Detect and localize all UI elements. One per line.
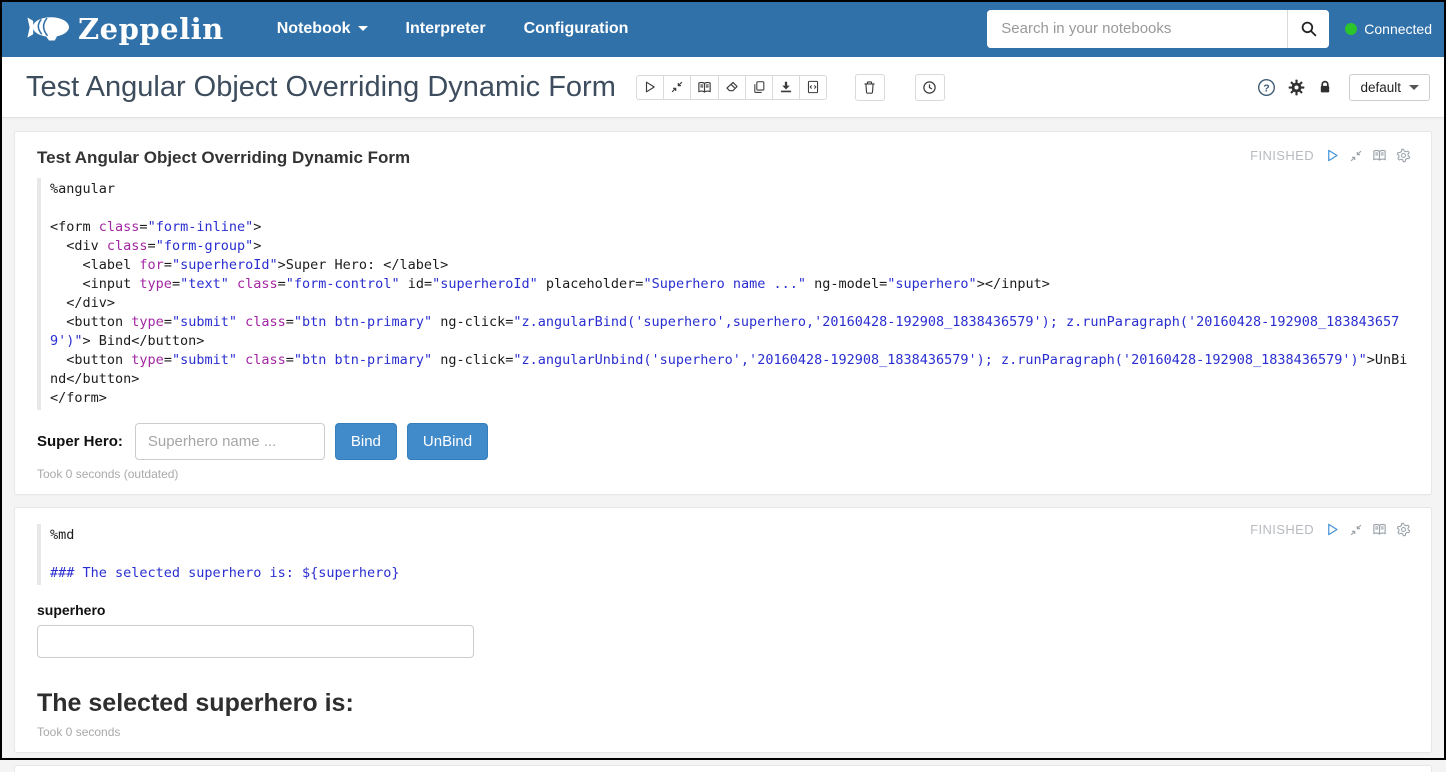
execution-time: Took 0 seconds (37, 725, 1411, 739)
note-toolbar (636, 74, 945, 101)
next-paragraph-edge (14, 765, 1432, 772)
permissions-button[interactable] (1317, 79, 1333, 95)
play-icon (1325, 522, 1340, 537)
paragraph-markdown: FINISHED %md ### The selected superhero … (14, 507, 1432, 753)
paragraph-controls: FINISHED (1250, 148, 1411, 163)
export-note-button[interactable] (772, 75, 800, 100)
compress-icon (1349, 149, 1363, 163)
note-toolbar-group (636, 75, 827, 100)
markdown-output-heading: The selected superhero is: (37, 689, 1411, 718)
unbind-button[interactable]: UnBind (407, 423, 488, 460)
code-file-icon (806, 80, 820, 94)
search-icon (1300, 20, 1318, 38)
paragraph-angular-form: FINISHED Test Angular Object Overriding … (14, 131, 1432, 495)
paragraph-settings-button[interactable] (1396, 148, 1411, 163)
clone-note-button[interactable] (745, 75, 773, 100)
question-circle-icon (1257, 78, 1276, 97)
run-paragraph-button[interactable] (1325, 148, 1340, 163)
status-badge: FINISHED (1250, 522, 1314, 537)
clear-output-button[interactable] (718, 75, 746, 100)
gear-outline-icon (1396, 148, 1411, 163)
view-mode-select[interactable]: default (1349, 74, 1430, 101)
book-icon (697, 80, 712, 95)
nav-notebook[interactable]: Notebook (258, 0, 387, 57)
connection-status: Connected (1345, 21, 1432, 37)
note-content: FINISHED Test Angular Object Overriding … (0, 118, 1446, 772)
download-icon (779, 80, 793, 94)
show-hide-code-button[interactable] (690, 75, 719, 100)
play-icon (1325, 148, 1340, 163)
execution-time: Took 0 seconds (outdated) (37, 467, 1411, 481)
play-icon (643, 80, 657, 94)
search-input[interactable] (987, 10, 1287, 48)
superhero-dynamic-input[interactable] (37, 625, 474, 658)
caret-down-icon (1409, 85, 1419, 90)
code-editor[interactable]: %angular <form class="form-inline"> <div… (37, 178, 1411, 410)
caret-down-icon (358, 26, 368, 31)
superhero-label: Super Hero: (37, 433, 123, 450)
note-title[interactable]: Test Angular Object Overriding Dynamic F… (26, 71, 616, 104)
trash-icon (862, 80, 877, 95)
search-button[interactable] (1287, 10, 1329, 48)
show-editor-button[interactable] (1372, 522, 1387, 537)
book-icon (1372, 522, 1387, 537)
note-bar-right-controls: default (1257, 74, 1430, 101)
nav-configuration[interactable]: Configuration (505, 0, 648, 57)
show-editor-button[interactable] (1372, 148, 1387, 163)
help-button[interactable] (1257, 78, 1276, 97)
status-badge: FINISHED (1250, 148, 1314, 163)
compress-icon (1349, 523, 1363, 537)
nav-interpreter[interactable]: Interpreter (387, 0, 505, 57)
superhero-input[interactable] (135, 423, 325, 460)
export-code-button[interactable] (799, 75, 827, 100)
collapse-paragraph-button[interactable] (1349, 523, 1363, 537)
zeppelin-blimp-icon (26, 14, 70, 43)
zeppelin-brand[interactable]: Zeppelin (26, 12, 224, 46)
trash-note-button[interactable] (855, 74, 885, 101)
scheduler-button[interactable] (915, 74, 945, 101)
dynamic-form-label: superhero (37, 602, 1411, 618)
brand-name: Zeppelin (78, 12, 224, 46)
run-all-paragraphs-button[interactable] (636, 75, 664, 100)
gear-outline-icon (1396, 522, 1411, 537)
clock-icon (922, 80, 937, 95)
eraser-icon (725, 80, 739, 94)
compress-icon (670, 80, 684, 94)
angular-form-output: Super Hero: Bind UnBind (37, 423, 1411, 460)
connection-label: Connected (1364, 21, 1432, 37)
book-icon (1372, 148, 1387, 163)
note-action-bar: Test Angular Object Overriding Dynamic F… (0, 57, 1446, 118)
paragraph-controls: FINISHED (1250, 522, 1411, 537)
collapse-paragraph-button[interactable] (1349, 149, 1363, 163)
bind-button[interactable]: Bind (335, 423, 397, 460)
connected-dot-icon (1345, 23, 1357, 35)
lock-icon (1317, 79, 1333, 95)
note-settings-button[interactable] (1288, 79, 1305, 96)
gear-icon (1288, 79, 1305, 96)
collapse-expand-button[interactable] (663, 75, 691, 100)
run-paragraph-button[interactable] (1325, 522, 1340, 537)
top-navbar: Zeppelin Notebook Interpreter Configurat… (0, 0, 1446, 57)
notebook-search (987, 10, 1329, 48)
paragraph-title: Test Angular Object Overriding Dynamic F… (37, 144, 1411, 168)
main-nav: Notebook Interpreter Configuration (258, 0, 648, 57)
code-editor[interactable]: %md ### The selected superhero is: ${sup… (37, 524, 1411, 585)
clone-icon (752, 80, 766, 94)
paragraph-settings-button[interactable] (1396, 522, 1411, 537)
